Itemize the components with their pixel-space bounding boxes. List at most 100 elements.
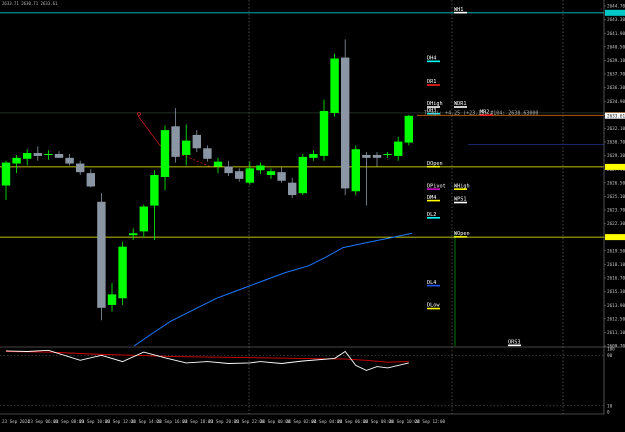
- price-tick-label: 2640.50: [607, 44, 625, 50]
- candle-body-bull: [266, 171, 276, 176]
- candle-body-bear: [224, 166, 233, 174]
- candle[interactable]: [351, 145, 360, 196]
- price-tick-label: 2637.70: [607, 72, 625, 78]
- candle-body-bull: [394, 141, 403, 156]
- price-tick-label: 2619.50: [607, 248, 625, 254]
- candle[interactable]: [298, 154, 307, 196]
- price-axis-marker-dopen: [605, 163, 625, 170]
- level-tag-swatch: [427, 60, 440, 63]
- price-tick-label: 2630.70: [607, 140, 625, 146]
- candle-body-bull: [256, 165, 265, 171]
- candle[interactable]: [97, 193, 106, 321]
- price-tick-label: 2632.10: [607, 126, 625, 132]
- candle-body-bear: [362, 154, 371, 158]
- candle-body-bear: [65, 157, 74, 164]
- candle[interactable]: [118, 241, 127, 305]
- candle-body-bull: [245, 168, 254, 183]
- candle-body-bear: [288, 182, 297, 196]
- oscillator-tick-label: 10: [607, 403, 613, 409]
- level-tag-swatch: [427, 84, 440, 86]
- oscillator-tick-label: 90: [607, 353, 613, 359]
- candle-body-bull: [12, 157, 21, 164]
- level-tag-dpivot: DPivot: [427, 183, 446, 190]
- candle-body-bull: [139, 206, 148, 232]
- chart-background: [0, 0, 625, 428]
- price-tick-label: 2644.70: [607, 4, 625, 10]
- candle-body-bull: [351, 149, 360, 192]
- oscillator-tick-label: 100: [607, 347, 615, 353]
- candle-body-bull: [330, 58, 339, 113]
- price-tick-label: 2634.90: [607, 99, 625, 105]
- level-tag-wopen: WOpen: [454, 231, 470, 238]
- candle-body-bear: [54, 154, 64, 158]
- level-tag-swatch: [427, 307, 440, 310]
- candle-body-bear: [76, 163, 85, 173]
- candle-body-bear: [171, 126, 180, 157]
- candle-body-bull: [309, 154, 318, 158]
- level-tag-dlow: DLow: [427, 303, 440, 310]
- time-tick-label: 24 Sep 12:00: [415, 419, 446, 424]
- candle-body-bear: [97, 201, 106, 308]
- candle-body-bear: [235, 171, 244, 179]
- candle-body-bear: [341, 57, 350, 189]
- level-tag-dopen: DOpen: [427, 161, 443, 168]
- price-tick-label: 2623.70: [607, 208, 625, 214]
- candle-body-bear: [203, 148, 212, 159]
- candle-body-bull: [129, 233, 138, 236]
- candle-body-bull: [44, 154, 53, 156]
- level-tag-swatch: [454, 201, 467, 204]
- level-tag-swatch: [427, 217, 440, 219]
- trading-chart[interactable]: WH1 DH4 DR1 DHigh WDR1 DH3 MR2 DOpen DPivot WHigh…: [0, 0, 625, 428]
- level-tag-swatch: [427, 284, 440, 287]
- candle-body-bull: [107, 294, 117, 305]
- candle[interactable]: [341, 39, 350, 196]
- candle-body-bull: [160, 130, 170, 177]
- candle-body-bear: [86, 173, 95, 187]
- ohlc-info-text: 2633.71 2630.71 2633.61: [2, 1, 58, 6]
- price-tick-label: 2625.10: [607, 194, 625, 200]
- candle-body-bull: [298, 156, 307, 194]
- level-tag-swatch: [454, 188, 467, 190]
- price-tick-label: 2641.90: [607, 31, 625, 37]
- price-tick-label: 2643.30: [607, 17, 625, 23]
- price-axis-marker-wopen: [605, 234, 625, 241]
- chart-canvas[interactable]: WH1DH4DR1DHigh WDR1DH3 MR2DOpenDPivot WHigh…: [0, 0, 625, 428]
- price-tick-label: 2626.50: [607, 180, 625, 186]
- price-tick-label: 2615.30: [607, 289, 625, 295]
- candle-body-bull: [150, 175, 159, 206]
- current-price-label: 2633.61: [607, 113, 625, 119]
- level-tag-swatch: [454, 11, 467, 14]
- price-tick-label: 2636.30: [607, 85, 625, 91]
- level-tag-swatch: [427, 188, 440, 190]
- candle-body-bull: [213, 161, 223, 167]
- price-tick-label: 2629.30: [607, 153, 625, 159]
- level-tag-ors3: ORS3: [508, 340, 521, 347]
- level-tag-swatch: [454, 236, 467, 238]
- level-tag-dhigh: DHigh: [427, 101, 443, 108]
- price-tick-label: 2611.10: [607, 330, 625, 336]
- price-tick-label: 2639.10: [607, 58, 625, 64]
- candle-body-bull: [23, 153, 32, 159]
- candle-body-bull: [383, 154, 392, 156]
- candle-body-bear: [33, 153, 42, 156]
- time-tick-label: 23 Sep 2024: [2, 419, 30, 424]
- candle-body-bear: [372, 154, 382, 158]
- level-tag-swatch: [427, 199, 440, 202]
- level-tag-swatch: [454, 106, 467, 108]
- candle-body-bull: [182, 140, 191, 155]
- price-tick-label: 2616.70: [607, 276, 625, 282]
- candle-body-bull: [1, 162, 11, 186]
- trade-comment: Tragi: +4.25 (+23.15) #104: 2638.63000: [424, 111, 538, 117]
- candle-body-bull: [319, 111, 329, 156]
- candle-body-bear: [277, 172, 286, 181]
- candle[interactable]: [404, 114, 413, 146]
- price-tick-label: 2612.50: [607, 316, 625, 322]
- level-tag-swatch: [508, 344, 521, 347]
- oscillator-tick-label: 0: [607, 410, 610, 416]
- candle[interactable]: [330, 53, 339, 117]
- level-tag-wps1: WPS1: [454, 197, 467, 204]
- price-axis-marker-wh1: [605, 9, 625, 16]
- price-tick-label: 2618.10: [607, 262, 625, 268]
- price-tick-label: 2622.30: [607, 221, 625, 227]
- candle-body-bull: [404, 115, 413, 143]
